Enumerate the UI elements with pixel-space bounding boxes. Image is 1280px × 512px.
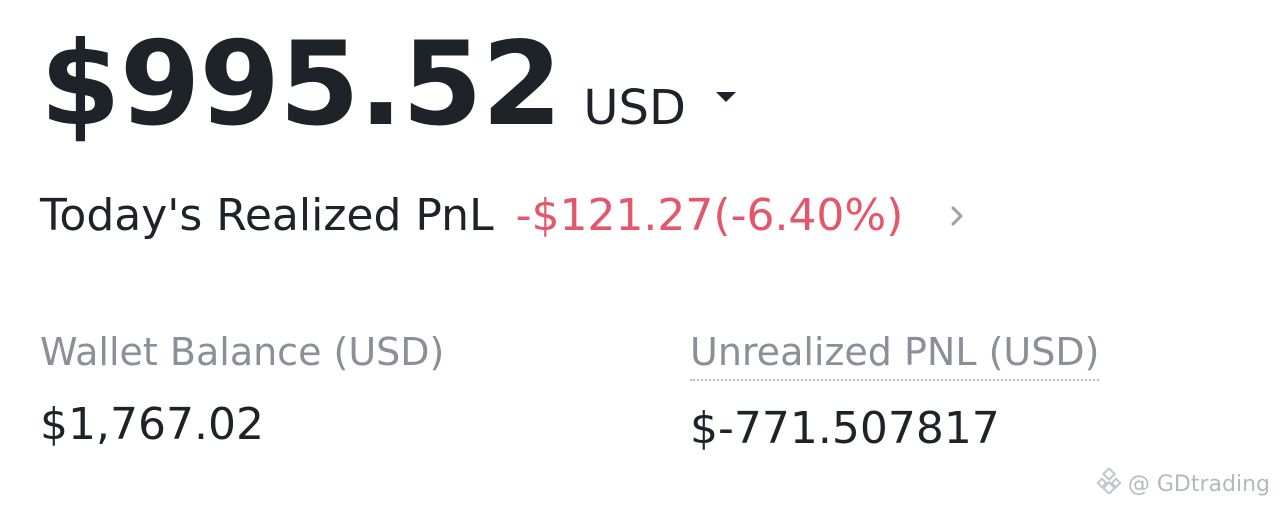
unrealized-pnl-block: Unrealized PNL (USD) $-771.507817	[690, 328, 1100, 456]
wallet-balance-block: Wallet Balance (USD) $1,767.02	[40, 328, 444, 452]
logo-icon	[1096, 466, 1122, 500]
wallet-balance-value: $1,767.02	[40, 399, 264, 451]
currency-label: USD	[583, 80, 686, 136]
realized-pnl-label: Today's Realized PnL	[40, 190, 494, 241]
todays-realized-pnl-row[interactable]: Today's Realized PnL -$121.27(-6.40%)	[40, 190, 969, 241]
balance-row: $995.52 USD	[40, 18, 736, 151]
realized-pnl-value: -$121.27(-6.40%)	[515, 190, 904, 241]
chevron-right-icon	[945, 204, 969, 228]
total-balance-amount: $995.52	[40, 17, 562, 152]
caret-down-icon	[715, 92, 736, 102]
account-balance-panel: $995.52 USD Today's Realized PnL -$121.2…	[0, 0, 1280, 512]
wallet-balance-label: Wallet Balance (USD)	[40, 330, 445, 374]
unrealized-pnl-label[interactable]: Unrealized PNL (USD)	[690, 328, 1100, 382]
watermark: @ GDtrading	[1096, 466, 1270, 500]
currency-selector[interactable]: USD	[583, 80, 736, 136]
unrealized-pnl-value: $-771.507817	[690, 403, 1000, 455]
watermark-text: @ GDtrading	[1127, 471, 1270, 497]
